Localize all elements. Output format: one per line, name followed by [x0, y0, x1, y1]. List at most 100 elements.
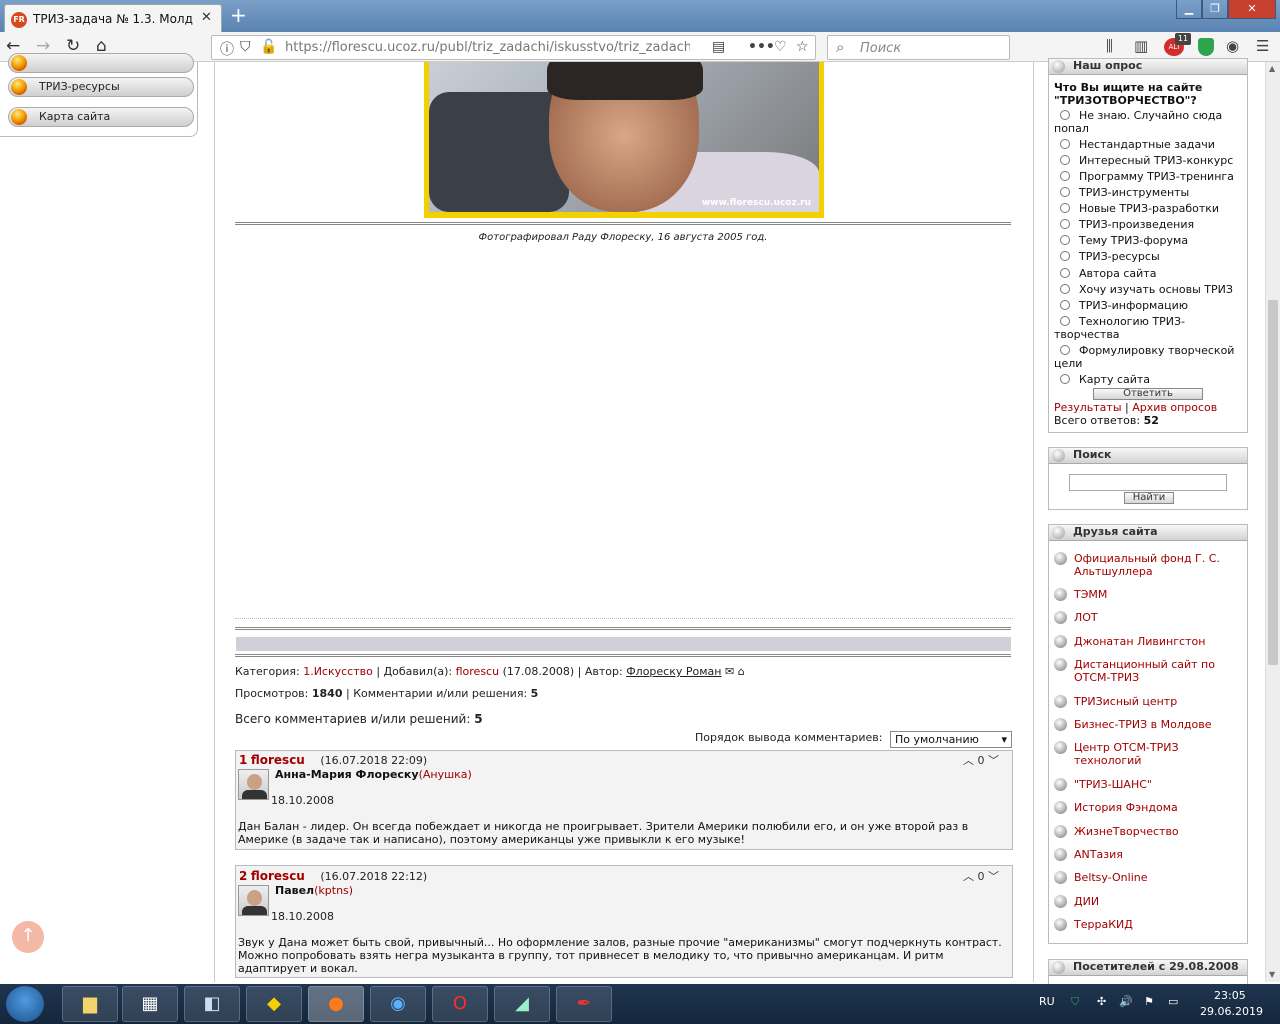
comment-order-select[interactable]: По умолчанию ▾ [890, 731, 1012, 748]
sidebar-item-site-map[interactable]: Карта сайта [8, 107, 194, 127]
poll-option[interactable]: Тему ТРИЗ-форума [1054, 234, 1246, 247]
batman-app-icon[interactable]: ◆ [246, 986, 302, 1022]
browser-app-icon[interactable]: ◉ [370, 986, 426, 1022]
friend-link[interactable]: ТерраКИД [1054, 918, 1244, 946]
homepage-icon[interactable]: ⌂ [738, 665, 745, 678]
firefox-icon[interactable]: ● [308, 986, 364, 1022]
scroll-down-icon[interactable]: ▼ [1269, 970, 1275, 979]
bookmark-star-icon[interactable]: ☆ [796, 39, 809, 55]
reader-view-icon[interactable]: ▤ [712, 39, 725, 55]
address-bar[interactable]: ⓘ ⛉ 🔓 https://florescu.ucoz.ru/publ/triz… [211, 35, 816, 60]
radio-button[interactable] [1060, 171, 1070, 181]
comment-user-link[interactable]: florescu [251, 753, 305, 767]
site-search-button[interactable]: Найти [1124, 492, 1174, 504]
scrollbar-thumb[interactable] [1268, 300, 1278, 665]
flag-icon[interactable]: ⚑ [1144, 995, 1154, 1008]
network-tray-icon[interactable]: ✣ [1097, 995, 1106, 1008]
radio-button[interactable] [1060, 187, 1070, 197]
input-language[interactable]: RU [1039, 995, 1055, 1008]
minimize-window-icon[interactable]: ▁ [1176, 0, 1202, 19]
restore-window-icon[interactable]: ❐ [1202, 0, 1228, 19]
friend-link[interactable]: Официальный фонд Г. С. Альтшуллера [1054, 552, 1244, 580]
radio-button[interactable] [1060, 203, 1070, 213]
tab-close-icon[interactable]: ✕ [201, 10, 212, 25]
new-tab-icon[interactable]: + [230, 3, 247, 27]
notes-app-icon[interactable]: ◧ [184, 986, 240, 1022]
vote-up-icon[interactable]: ︿ [963, 754, 974, 767]
poll-option[interactable]: ТРИЗ-информацию [1054, 299, 1246, 312]
page-scrollbar[interactable]: ▲ ▼ [1265, 62, 1280, 982]
scroll-up-icon[interactable]: ▲ [1269, 64, 1275, 73]
lock-warning-icon[interactable]: 🔓 [260, 39, 277, 55]
radio-button[interactable] [1060, 284, 1070, 294]
vote-down-icon[interactable]: ﹀ [988, 870, 999, 883]
start-button-icon[interactable] [6, 986, 44, 1022]
poll-option[interactable]: Программу ТРИЗ-тренинга [1054, 170, 1246, 183]
poll-option[interactable]: Формулировку творческой цели [1054, 344, 1246, 370]
file-explorer-icon[interactable]: ▆ [62, 986, 118, 1022]
radio-button[interactable] [1060, 345, 1070, 355]
radio-button[interactable] [1060, 300, 1070, 310]
poll-option[interactable]: Не знаю. Случайно сюда попал [1054, 109, 1246, 135]
menu-icon[interactable]: ☰ [1256, 37, 1269, 55]
radio-button[interactable] [1060, 110, 1070, 120]
info-icon[interactable]: ⓘ [220, 39, 234, 59]
friend-link[interactable]: Центр ОТСМ-ТРИЗ технологий [1054, 741, 1244, 769]
sidebar-icon[interactable]: ▥ [1134, 37, 1148, 55]
active-tab[interactable]: FR ТРИЗ-задача № 1.3. Молдова ✕ [4, 4, 222, 32]
pdf-reader-icon[interactable]: ✒ [556, 986, 612, 1022]
close-window-icon[interactable]: ✕ [1228, 0, 1276, 19]
email-icon[interactable]: ✉ [725, 665, 734, 678]
radio-button[interactable] [1060, 374, 1070, 384]
radio-button[interactable] [1060, 268, 1070, 278]
page-actions-icon[interactable]: ••• [748, 39, 775, 55]
poll-option[interactable]: Автора сайта [1054, 267, 1246, 280]
pocket-icon[interactable]: ♡ [774, 39, 787, 55]
comment-nick-link[interactable]: Анушка [423, 768, 468, 781]
account-icon[interactable]: ◉ [1226, 37, 1239, 55]
poll-option[interactable]: ТРИЗ-ресурсы [1054, 250, 1246, 263]
vote-down-icon[interactable]: ﹀ [988, 754, 999, 767]
clock-time[interactable]: 23:05 [1214, 989, 1246, 1002]
poll-option[interactable]: Хочу изучать основы ТРИЗ [1054, 283, 1246, 296]
poll-submit-button[interactable]: Ответить [1093, 388, 1203, 400]
tracking-shield-icon[interactable]: ⛉ [240, 39, 251, 55]
clock-date[interactable]: 29.06.2019 [1200, 1005, 1263, 1018]
scroll-to-top-icon[interactable]: ↑ [12, 921, 44, 953]
author-link[interactable]: Флореску Роман [626, 665, 721, 678]
editor-app-icon[interactable]: ◢ [494, 986, 550, 1022]
radio-button[interactable] [1060, 316, 1070, 326]
poll-results-link[interactable]: Результаты [1054, 401, 1122, 414]
site-search-input[interactable] [1069, 474, 1227, 491]
poll-option[interactable]: Интересный ТРИЗ-конкурс [1054, 154, 1246, 167]
poll-option[interactable]: Технологию ТРИЗ-творчества [1054, 315, 1246, 341]
sidebar-item-triz-resources[interactable]: ТРИЗ-ресурсы [8, 77, 194, 97]
radio-button[interactable] [1060, 219, 1070, 229]
monitor-icon[interactable]: ▭ [1168, 995, 1178, 1008]
poll-option[interactable]: ТРИЗ-инструменты [1054, 186, 1246, 199]
poll-option[interactable]: Новые ТРИЗ-разработки [1054, 202, 1246, 215]
search-box[interactable]: ⌕ Поиск [827, 35, 1010, 60]
radio-button[interactable] [1060, 235, 1070, 245]
calculator-icon[interactable]: ▦ [122, 986, 178, 1022]
radio-button[interactable] [1060, 139, 1070, 149]
sidebar-item-cut-off[interactable] [8, 53, 194, 73]
poll-option[interactable]: ТРИЗ-произведения [1054, 218, 1246, 231]
poll-archive-link[interactable]: Архив опросов [1132, 401, 1217, 414]
opera-icon[interactable]: O [432, 986, 488, 1022]
url-text[interactable]: https://florescu.ucoz.ru/publ/triz_zadac… [285, 40, 690, 55]
shield-tray-icon[interactable]: ⛉ [1071, 995, 1079, 1009]
volume-icon[interactable]: 🔊 [1119, 995, 1133, 1008]
friend-link[interactable]: Дистанционный сайт по ОТСМ-ТРИЗ [1054, 658, 1244, 686]
poll-option[interactable]: Карту сайта [1054, 373, 1246, 386]
added-by-link[interactable]: florescu [456, 665, 499, 678]
library-icon[interactable]: ⫼ [1106, 37, 1113, 55]
comment-nick-link[interactable]: kptns [318, 884, 348, 897]
category-link[interactable]: 1.Искусство [303, 665, 373, 678]
comment-user-link[interactable]: florescu [251, 869, 305, 883]
radio-button[interactable] [1060, 155, 1070, 165]
vote-up-icon[interactable]: ︿ [963, 870, 974, 883]
radio-button[interactable] [1060, 251, 1070, 261]
adblock-shield-icon[interactable] [1198, 38, 1214, 56]
poll-option[interactable]: Нестандартные задачи [1054, 138, 1246, 151]
